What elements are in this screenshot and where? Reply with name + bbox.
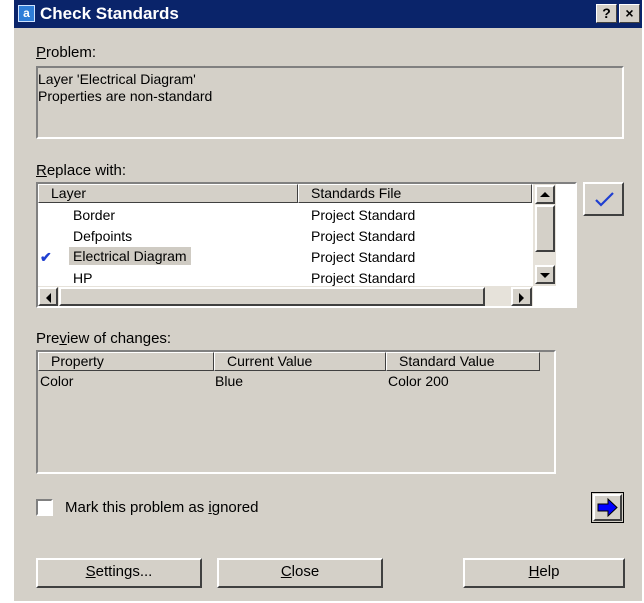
col-header-current-value[interactable]: Current Value	[214, 352, 386, 371]
check-standards-dialog: a Check Standards ? × Problem: Layer 'El…	[14, 0, 642, 601]
scroll-thumb[interactable]	[535, 205, 555, 252]
ignore-checkbox-label[interactable]: Mark this problem as ignored	[65, 499, 258, 516]
layer-name: Electrical Diagram	[69, 247, 191, 265]
next-problem-button[interactable]	[591, 492, 624, 523]
ignore-checkbox[interactable]	[36, 499, 53, 516]
next-problem-inner	[593, 494, 622, 521]
apply-replacement-button[interactable]	[583, 182, 624, 216]
title-bar: a Check Standards ? ×	[14, 0, 642, 28]
layer-name: Defpoints	[73, 228, 133, 244]
checkmark-icon	[595, 192, 614, 207]
current-value-cell: Blue	[215, 373, 244, 389]
close-button[interactable]: Close	[217, 558, 383, 588]
property-cell: Color	[40, 373, 74, 389]
window-title: Check Standards	[40, 4, 179, 23]
scroll-up-button[interactable]	[535, 185, 555, 204]
preview-label: Preview of changes:	[36, 330, 172, 347]
problem-line: Properties are non-standard	[38, 88, 213, 104]
standards-file: Project Standard	[311, 207, 416, 223]
settings-button[interactable]: Settings...	[36, 558, 202, 588]
standard-value-cell: Color 200	[388, 373, 449, 389]
standards-file: Project Standard	[311, 249, 416, 265]
col-header-standards-file[interactable]: Standards File	[298, 184, 532, 203]
col-header-standard-value[interactable]: Standard Value	[386, 352, 540, 371]
checkmark-icon: ✔	[40, 249, 52, 265]
col-header-layer[interactable]: Layer	[38, 184, 298, 203]
scroll-left-button[interactable]	[38, 287, 58, 306]
standards-file: Project Standard	[311, 228, 416, 244]
scroll-right-button[interactable]	[511, 287, 532, 306]
right-arrow-icon	[597, 497, 618, 518]
scroll-down-button[interactable]	[535, 265, 555, 284]
layer-name: HP	[73, 270, 93, 286]
replace-with-label: Replace with:	[36, 162, 127, 179]
horizontal-scroll-thumb[interactable]	[59, 287, 485, 306]
standards-file: Project Standard	[311, 270, 416, 286]
help-question-button[interactable]: ?	[596, 4, 617, 23]
help-button[interactable]: Help	[463, 558, 625, 588]
problem-text: Layer 'Electrical Diagram' Properties ar…	[38, 71, 212, 105]
col-header-property[interactable]: Property	[38, 352, 214, 371]
close-window-button[interactable]: ×	[619, 4, 640, 23]
app-icon: a	[18, 5, 35, 22]
layer-name: Border	[73, 207, 116, 223]
problem-line: Layer 'Electrical Diagram'	[38, 71, 196, 87]
problem-label: Problem:	[36, 44, 97, 61]
